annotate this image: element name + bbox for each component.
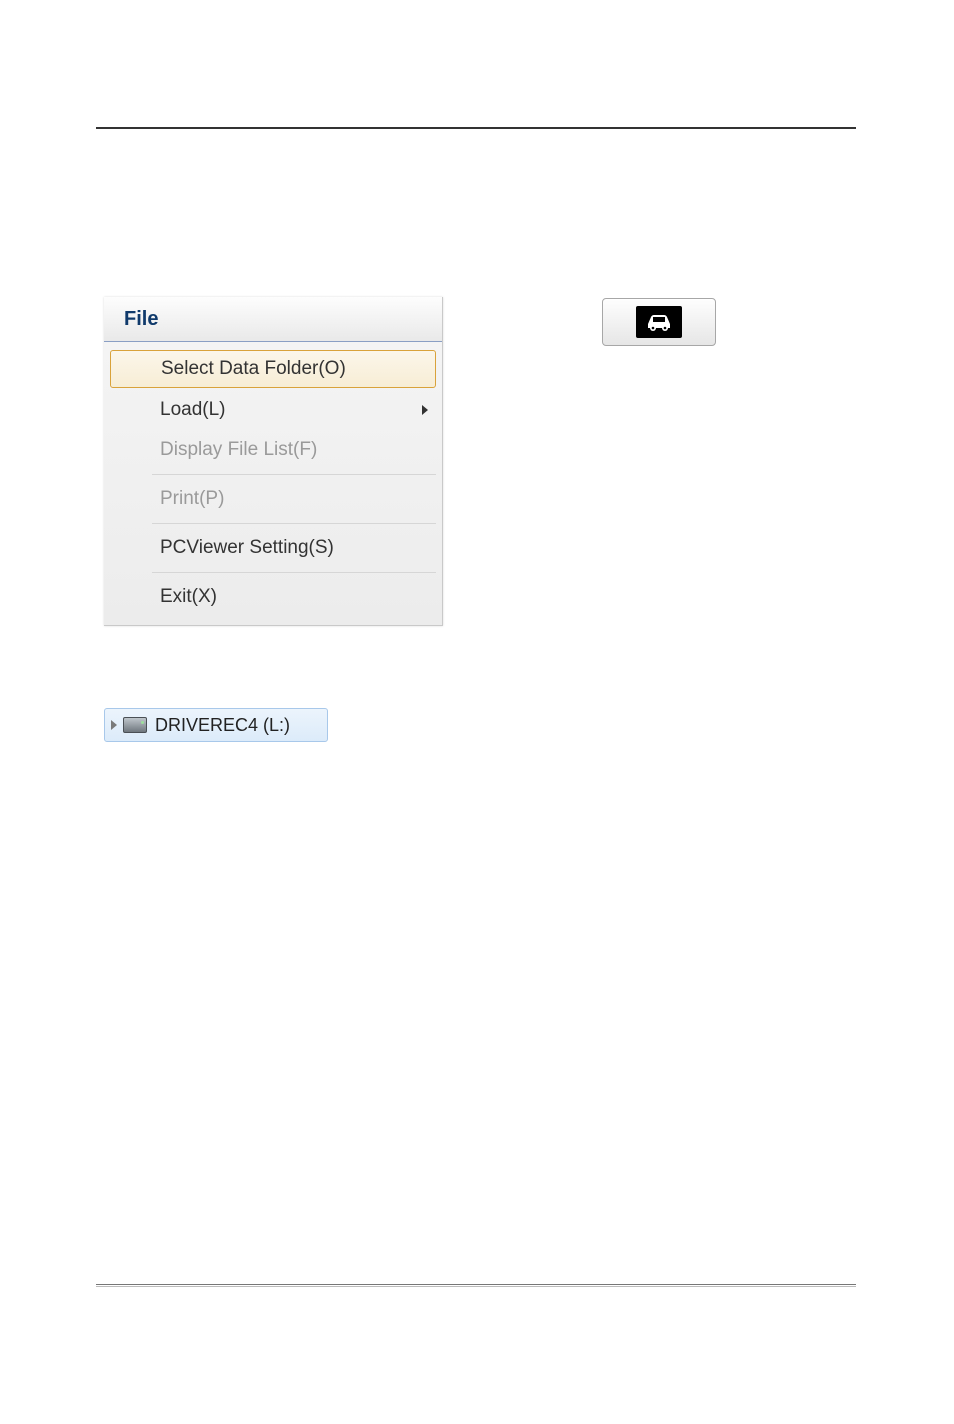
menu-item-label: Load(L)	[160, 399, 226, 420]
menu-item-exit[interactable]: Exit(X)	[104, 577, 442, 617]
chevron-right-icon	[111, 720, 117, 730]
file-menu-title-bar[interactable]: File	[104, 297, 442, 342]
file-menu-title: File	[124, 308, 158, 331]
file-menu: File Select Data Folder(O) Load(L) Displ…	[104, 297, 443, 626]
menu-item-print: Print(P)	[104, 479, 442, 519]
menu-separator	[152, 523, 436, 524]
menu-item-display-file-list: Display File List(F)	[104, 430, 442, 470]
open-folder-button[interactable]	[602, 298, 716, 346]
chevron-right-icon	[422, 405, 428, 415]
tree-item-drive[interactable]: DRIVEREC4 (L:)	[104, 708, 328, 742]
menu-item-label: Exit(X)	[160, 586, 217, 607]
page-rule-bottom	[96, 1284, 856, 1285]
car-icon	[636, 306, 682, 338]
menu-item-select-data-folder[interactable]: Select Data Folder(O)	[110, 350, 436, 388]
menu-item-pcviewer-setting[interactable]: PCViewer Setting(S)	[104, 528, 442, 568]
menu-item-load[interactable]: Load(L)	[104, 390, 442, 430]
menu-item-label: Select Data Folder(O)	[161, 358, 346, 379]
page-rule-top	[96, 127, 856, 129]
menu-item-label: Display File List(F)	[160, 439, 317, 460]
file-menu-body: Select Data Folder(O) Load(L) Display Fi…	[104, 342, 442, 625]
menu-item-label: Print(P)	[160, 488, 224, 509]
menu-item-label: PCViewer Setting(S)	[160, 537, 334, 558]
tree-item-label: DRIVEREC4 (L:)	[155, 715, 290, 736]
hard-drive-icon	[123, 717, 147, 733]
page-rule-bottom-shadow	[96, 1286, 856, 1287]
menu-separator	[152, 572, 436, 573]
menu-separator	[152, 474, 436, 475]
